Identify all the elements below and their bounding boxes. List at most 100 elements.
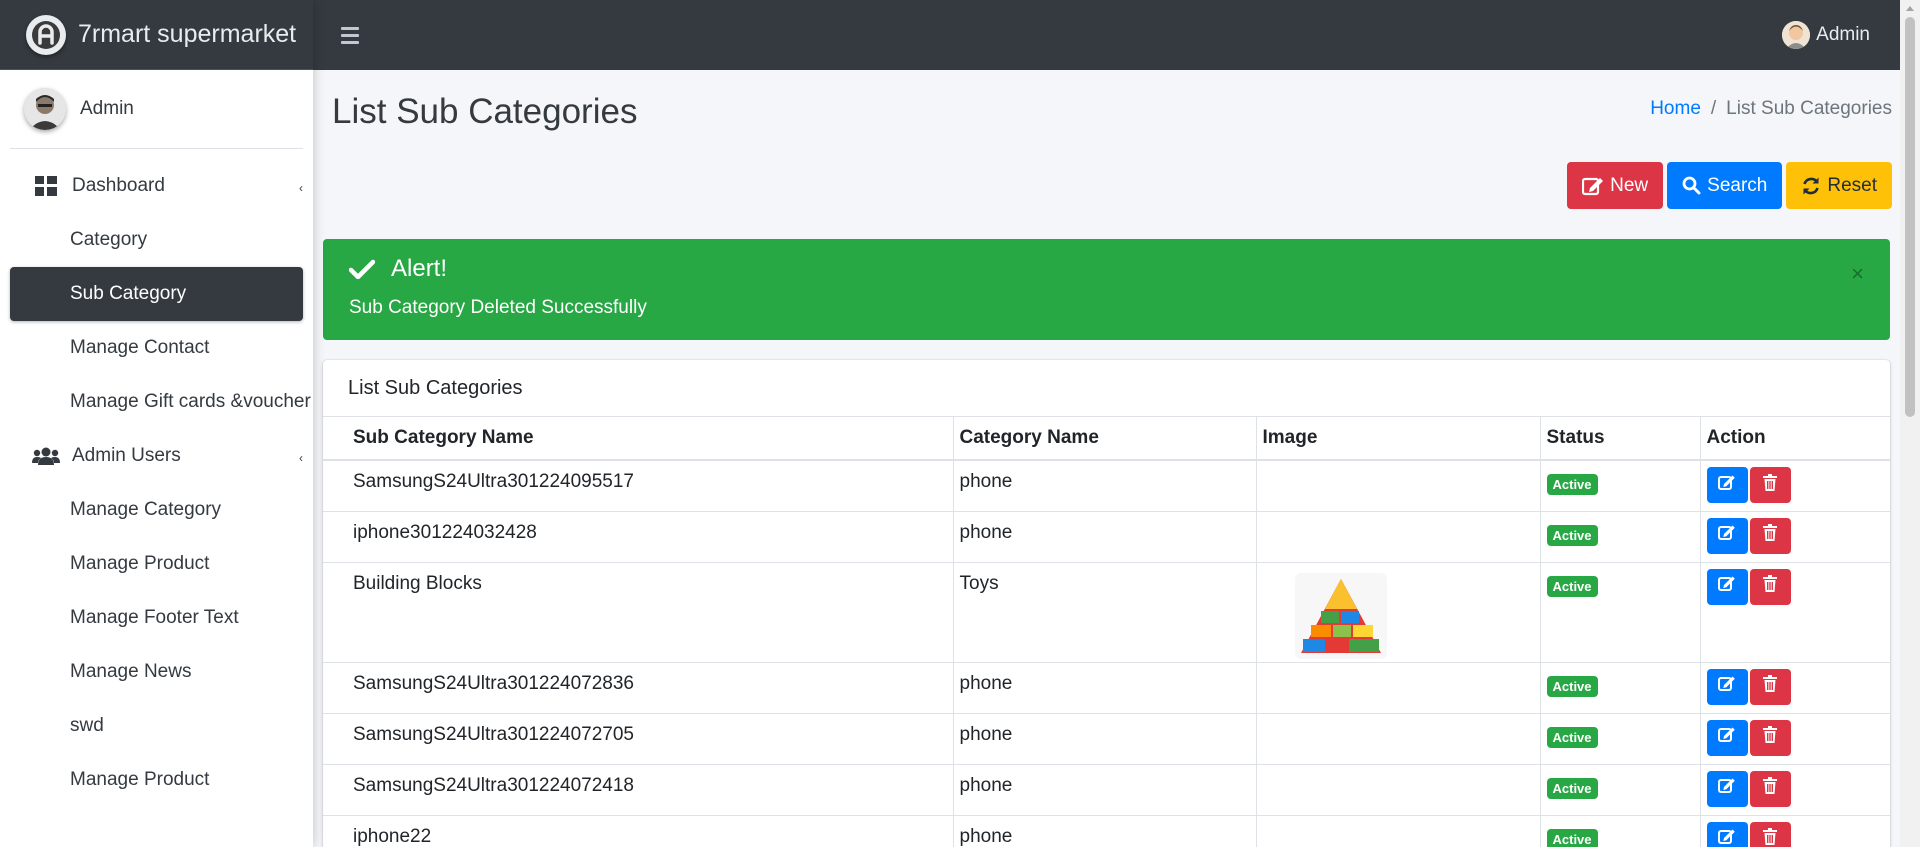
edit-icon — [1718, 828, 1736, 847]
sub-category-card: List Sub Categories Sub Category Name Ca… — [323, 360, 1890, 847]
scrollbar-thumb[interactable] — [1905, 17, 1915, 417]
main-content: List Sub Categories Home / List Sub Cate… — [313, 70, 1900, 847]
sidebar-user-name: Admin — [80, 98, 134, 119]
sidebar-item-dashboard[interactable]: Dashboard ‹ — [10, 159, 303, 213]
edit-button[interactable] — [1706, 770, 1748, 807]
sidebar-item-admin-users[interactable]: Admin Users ‹ — [10, 429, 303, 483]
page-scrollbar[interactable] — [1900, 0, 1920, 847]
sidebar-item-category[interactable]: Category — [10, 213, 303, 267]
new-button[interactable]: New — [1567, 162, 1664, 209]
image-cell — [1256, 561, 1541, 662]
action-cell — [1700, 459, 1890, 511]
reset-button[interactable]: Reset — [1786, 162, 1892, 209]
sidebar-item-swd[interactable]: swd — [10, 699, 303, 753]
status-badge[interactable]: Active — [1546, 675, 1598, 697]
sidebar: 7rmart supermarket Admin Dashboard ‹ Cat… — [0, 0, 313, 847]
edit-button[interactable] — [1706, 821, 1748, 847]
sidebar-item-sub-category[interactable]: Sub Category — [10, 267, 303, 321]
column-header[interactable]: Status — [1540, 417, 1701, 461]
building-blocks-image — [1294, 572, 1387, 659]
sidebar-item-manage-news[interactable]: Manage News — [10, 645, 303, 699]
status-cell: Active — [1540, 763, 1701, 815]
trash-icon — [1763, 726, 1777, 749]
action-cell — [1700, 712, 1890, 764]
sidebar-item-manage-contact[interactable]: Manage Contact — [10, 321, 303, 375]
column-header[interactable]: Image — [1256, 417, 1541, 461]
sidebar-item-manage-product-2[interactable]: Manage Product — [10, 753, 303, 807]
delete-button[interactable] — [1749, 467, 1791, 503]
scroll-up-arrow-icon[interactable] — [1900, 0, 1920, 17]
column-header[interactable]: Sub Category Name — [323, 417, 954, 461]
delete-button[interactable] — [1749, 770, 1791, 807]
status-badge[interactable]: Active — [1546, 726, 1598, 748]
edit-button[interactable] — [1706, 719, 1748, 756]
sidebar-item-label: Manage Category — [70, 499, 222, 520]
trash-icon — [1763, 777, 1777, 800]
status-badge[interactable]: Active — [1546, 777, 1598, 799]
column-header[interactable]: Category Name — [953, 417, 1257, 461]
search-button[interactable]: Search — [1667, 162, 1783, 209]
delete-button[interactable] — [1749, 668, 1791, 705]
card-title: List Sub Categories — [323, 360, 1890, 417]
category-name-cell: phone — [953, 814, 1257, 847]
sidebar-item-label: Manage Product — [70, 769, 210, 790]
status-cell: Active — [1540, 561, 1701, 662]
edit-button[interactable] — [1706, 517, 1748, 554]
refresh-icon — [1803, 177, 1820, 194]
sidebar-item-label: Manage News — [70, 661, 192, 682]
sidebar-item-manage-category[interactable]: Manage Category — [10, 483, 303, 537]
edit-button[interactable] — [1706, 467, 1748, 503]
sidebar-item-manage-footer-text[interactable]: Manage Footer Text — [10, 591, 303, 645]
column-header: Action — [1700, 417, 1890, 461]
search-button-label: Search — [1707, 174, 1768, 196]
status-badge[interactable]: Active — [1546, 474, 1598, 495]
hamburger-menu-icon[interactable] — [341, 26, 359, 44]
category-name-cell: phone — [953, 510, 1257, 562]
sidebar-item-gift-cards[interactable]: Manage Gift cards &voucher — [10, 375, 311, 429]
dashboard-icon — [32, 176, 60, 196]
status-badge[interactable]: Active — [1546, 575, 1598, 597]
category-name-cell: phone — [953, 712, 1257, 764]
sub-category-name-cell: iphone22 — [323, 814, 954, 847]
breadcrumb-home-link[interactable]: Home — [1650, 98, 1701, 120]
sub-category-name-cell: SamsungS24Ultra301224072418 — [323, 763, 954, 815]
image-cell — [1256, 510, 1541, 562]
trash-icon — [1763, 575, 1777, 598]
sidebar-item-label: Sub Category — [70, 283, 187, 304]
delete-button[interactable] — [1749, 719, 1791, 756]
delete-button[interactable] — [1749, 568, 1791, 605]
edit-icon — [1582, 177, 1604, 195]
alert-title: Alert! — [391, 255, 448, 282]
sub-category-name-cell: SamsungS24Ultra301224072705 — [323, 712, 954, 764]
close-icon[interactable]: × — [1851, 261, 1864, 287]
image-cell — [1256, 814, 1541, 847]
status-badge[interactable]: Active — [1546, 828, 1598, 847]
sidebar-item-label: swd — [70, 715, 104, 736]
action-cell — [1700, 510, 1890, 562]
success-alert: Alert! Sub Category Deleted Successfully… — [323, 239, 1890, 340]
sidebar-item-manage-product[interactable]: Manage Product — [10, 537, 303, 591]
edit-button[interactable] — [1706, 668, 1748, 705]
user-menu[interactable]: Admin — [1782, 21, 1870, 49]
action-cell — [1700, 661, 1890, 713]
reset-button-label: Reset — [1827, 174, 1877, 196]
delete-button[interactable] — [1749, 821, 1791, 847]
alert-message: Sub Category Deleted Successfully — [349, 297, 647, 318]
trash-icon — [1763, 675, 1777, 698]
action-cell — [1700, 763, 1890, 815]
user-avatar-icon — [1782, 21, 1811, 49]
table-row: iphone301224032428 phone Active — [323, 510, 1890, 562]
edit-button[interactable] — [1706, 568, 1748, 605]
sub-category-name-cell: SamsungS24Ultra301224095517 — [323, 459, 954, 511]
brand-link[interactable]: 7rmart supermarket — [0, 0, 313, 70]
sidebar-nav: Dashboard ‹ Category Sub Category Manage… — [0, 159, 313, 807]
edit-icon — [1718, 726, 1736, 749]
brand-name: 7rmart supermarket — [78, 20, 297, 48]
sub-category-name-cell: Building Blocks — [323, 561, 954, 662]
edit-icon — [1718, 575, 1736, 598]
delete-button[interactable] — [1749, 517, 1791, 554]
status-cell: Active — [1540, 510, 1701, 562]
status-badge[interactable]: Active — [1546, 524, 1598, 546]
user-panel[interactable]: Admin — [10, 70, 303, 149]
action-cell — [1700, 561, 1890, 662]
